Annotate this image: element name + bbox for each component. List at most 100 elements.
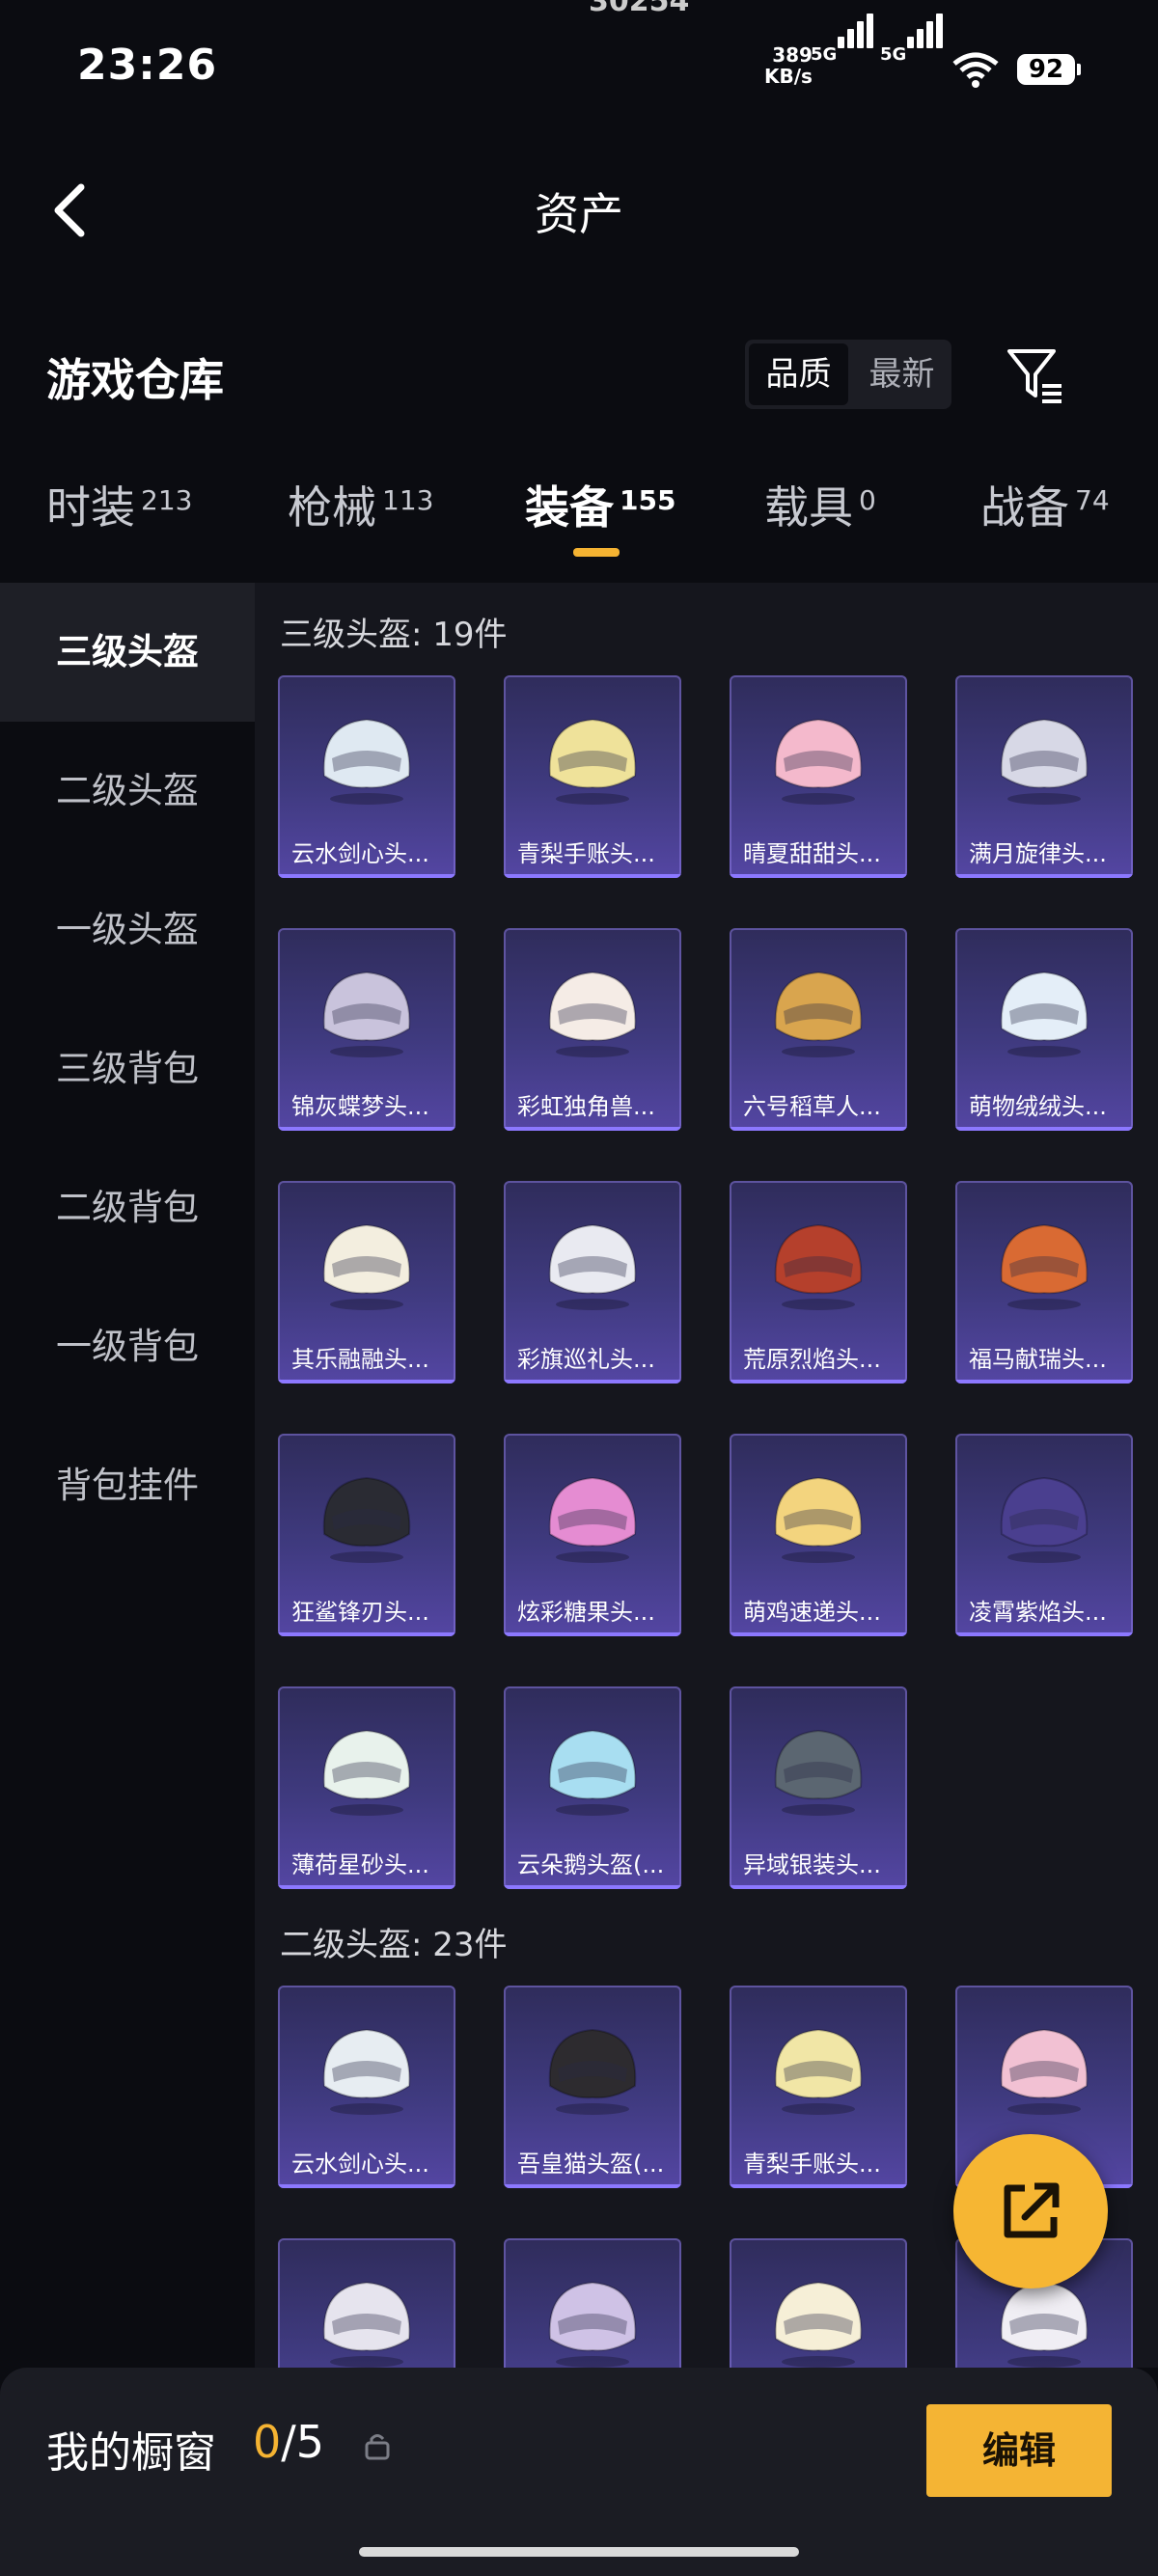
card-accent-bar	[278, 2184, 455, 2188]
tab-gear[interactable]: 战备 74	[980, 473, 1110, 536]
helmet-icon	[774, 971, 863, 1057]
card-accent-bar	[504, 1885, 681, 1889]
card-accent-bar	[504, 1380, 681, 1384]
item-card[interactable]: 狂鲨锋刃头...	[278, 1434, 455, 1636]
helmet-icon	[1000, 2028, 1089, 2115]
showcase-current: 0	[253, 2416, 282, 2468]
item-card[interactable]: 凌霄紫焰头...	[955, 1434, 1133, 1636]
card-accent-bar	[730, 1127, 907, 1131]
sidebar-item-level2-helmet[interactable]: 二级头盔	[0, 722, 255, 861]
item-card[interactable]: 彩虹独角兽...	[504, 928, 681, 1131]
item-card[interactable]: 炫彩糖果头...	[504, 1434, 681, 1636]
item-card[interactable]: 锦灰蝶梦头...	[278, 928, 455, 1131]
item-card[interactable]: 荒原烈焰头...	[730, 1181, 907, 1384]
item-card[interactable]: 六号稻草人...	[730, 928, 907, 1131]
item-card[interactable]: 晴夏甜甜头...	[730, 675, 907, 878]
item-name: 福马献瑞头...	[969, 1346, 1107, 1373]
sort-newest-button[interactable]: 最新	[852, 340, 951, 409]
item-card[interactable]: 其乐融融头...	[278, 1181, 455, 1384]
network-type-1: 5G	[811, 44, 838, 65]
page-title: 资产	[535, 188, 623, 240]
helmet-icon	[322, 1223, 411, 1310]
item-card[interactable]: 吾皇猫头盔(...	[504, 1986, 681, 2188]
sidebar-item-level3-backpack[interactable]: 三级背包	[0, 1000, 255, 1138]
tab-count: 213	[141, 484, 193, 516]
card-accent-bar	[730, 874, 907, 878]
tab-count: 113	[382, 484, 434, 516]
tab-fashion[interactable]: 时装 213	[46, 473, 192, 536]
helmet-icon	[322, 1729, 411, 1816]
showcase-label: 我的橱窗	[46, 2428, 216, 2478]
active-tab-indicator	[573, 548, 620, 557]
item-name: 云朵鹅头盔(...	[517, 1851, 665, 1878]
card-accent-bar	[278, 874, 455, 878]
card-accent-bar	[278, 1380, 455, 1384]
item-card[interactable]: 云朵鹅头盔(...	[504, 1686, 681, 1889]
sidebar-item-level1-backpack[interactable]: 一级背包	[0, 1277, 255, 1416]
item-card[interactable]: 云水剑心头...	[278, 675, 455, 878]
item-name: 萌物绒绒头...	[969, 1093, 1107, 1120]
edit-button[interactable]: 编辑	[926, 2404, 1112, 2497]
helmet-icon	[774, 2028, 863, 2115]
item-name: 凌霄紫焰头...	[969, 1599, 1107, 1626]
helmet-icon	[322, 1476, 411, 1563]
item-card[interactable]: 满月旋律头...	[955, 675, 1133, 878]
sidebar-item-level2-backpack[interactable]: 二级背包	[0, 1138, 255, 1277]
wifi-icon	[952, 52, 999, 88]
warehouse-title: 游戏仓库	[46, 354, 224, 406]
helmet-icon	[1000, 1476, 1089, 1563]
section-title: 二级头盔: 23件	[280, 1926, 508, 1964]
tab-count: 74	[1075, 484, 1110, 516]
sort-quality-button[interactable]: 品质	[749, 343, 848, 405]
item-name: 其乐融融头...	[291, 1346, 429, 1373]
item-name: 彩虹独角兽...	[517, 1093, 655, 1120]
item-card[interactable]: 福马献瑞头...	[955, 1181, 1133, 1384]
tab-label: 装备	[525, 481, 614, 534]
item-card[interactable]	[504, 2238, 681, 2368]
helmet-icon	[774, 1729, 863, 1816]
tab-equipment[interactable]: 装备 155	[525, 473, 676, 536]
showcase-panel: 我的橱窗 0/5 编辑	[0, 2368, 1158, 2576]
sidebar-item-level3-helmet[interactable]: 三级头盔	[0, 583, 255, 722]
item-card[interactable]	[730, 2238, 907, 2368]
showcase-count: 0/5	[253, 2416, 324, 2468]
sidebar-item-level1-helmet[interactable]: 一级头盔	[0, 861, 255, 1000]
top-cut-text: 30254	[589, 0, 690, 18]
item-card[interactable]: 薄荷星砂头...	[278, 1686, 455, 1889]
helmet-icon	[774, 2281, 863, 2368]
net-speed: 389 KB/s	[764, 44, 813, 87]
item-card[interactable]: 萌物绒绒头...	[955, 928, 1133, 1131]
item-name: 异域银装头...	[743, 1851, 881, 1878]
card-accent-bar	[955, 874, 1133, 878]
item-name: 荒原烈焰头...	[743, 1346, 881, 1373]
filter-icon[interactable]	[1004, 343, 1065, 405]
item-name: 薄荷星砂头...	[291, 1851, 429, 1878]
item-card[interactable]: 青梨手账头...	[504, 675, 681, 878]
card-accent-bar	[504, 1127, 681, 1131]
item-name: 吾皇猫头盔(...	[517, 2151, 665, 2178]
card-accent-bar	[504, 874, 681, 878]
item-card[interactable]: 云水剑心头...	[278, 1986, 455, 2188]
item-card[interactable]: 彩旗巡礼头...	[504, 1181, 681, 1384]
sidebar-item-backpack-charm[interactable]: 背包挂件	[0, 1416, 255, 1555]
item-name: 晴夏甜甜头...	[743, 840, 881, 867]
home-indicator	[359, 2547, 799, 2557]
net-speed-value: 389	[772, 43, 813, 67]
card-accent-bar	[730, 1632, 907, 1636]
helmet-icon	[548, 1223, 637, 1310]
share-export-icon	[1004, 2182, 1060, 2238]
helmet-icon	[548, 2281, 637, 2368]
tab-vehicles[interactable]: 载具 0	[764, 473, 876, 536]
item-name: 彩旗巡礼头...	[517, 1346, 655, 1373]
tab-firearms[interactable]: 枪械 113	[288, 473, 433, 536]
share-fab-button[interactable]	[953, 2134, 1108, 2288]
showcase-total: /5	[281, 2416, 325, 2468]
item-name: 青梨手账头...	[743, 2151, 881, 2178]
item-card[interactable]	[278, 2238, 455, 2368]
item-card[interactable]: 萌鸡速递头...	[730, 1434, 907, 1636]
item-card[interactable]: 异域银装头...	[730, 1686, 907, 1889]
helmet-icon	[1000, 971, 1089, 1057]
helmet-icon	[548, 1729, 637, 1816]
tab-count: 0	[859, 484, 876, 516]
item-card[interactable]: 青梨手账头...	[730, 1986, 907, 2188]
